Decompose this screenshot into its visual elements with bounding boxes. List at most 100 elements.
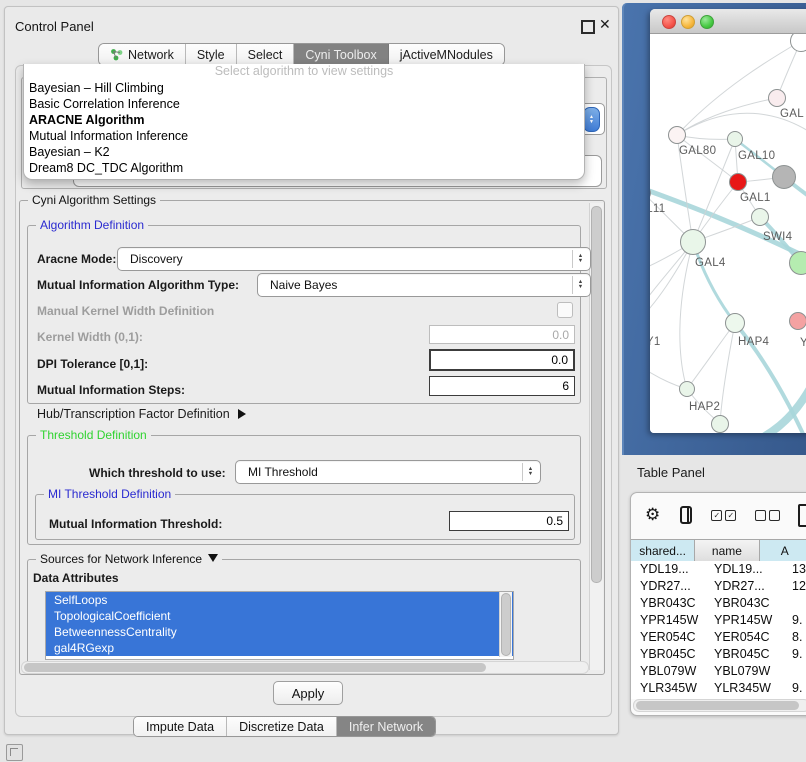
- cell-value: [779, 595, 792, 612]
- data-attributes-label: Data Attributes: [33, 571, 119, 585]
- table-hscrollbar-thumb[interactable]: [636, 701, 799, 710]
- close-window-icon[interactable]: [662, 15, 676, 29]
- mi-algorithm-type-combobox[interactable]: Naive Bayes: [257, 273, 591, 297]
- data-attribute-item[interactable]: TopologicalCoefficient: [46, 608, 513, 624]
- table-row[interactable]: YLR345W YLR345W 9.: [631, 680, 806, 697]
- network-node[interactable]: [772, 165, 796, 189]
- network-window-titlebar[interactable]: [650, 9, 806, 34]
- zoom-window-icon[interactable]: [700, 15, 714, 29]
- tab-infer-network[interactable]: Infer Network: [337, 717, 435, 736]
- cell-value: [779, 663, 792, 680]
- network-node[interactable]: [751, 208, 769, 226]
- tab-cyni-toolbox[interactable]: Cyni Toolbox: [294, 44, 388, 65]
- function-builder-icon[interactable]: [798, 504, 806, 527]
- cell-shared-name: YBR043C: [631, 595, 705, 612]
- which-threshold-combobox[interactable]: MI Threshold: [235, 460, 541, 484]
- kernel-width-field[interactable]: 0.0: [429, 325, 575, 344]
- attributes-scrollbar[interactable]: [499, 592, 512, 657]
- dropdown-item[interactable]: Bayesian – Hill Climbing: [24, 80, 584, 96]
- network-node[interactable]: [668, 126, 686, 144]
- table-row[interactable]: YBL079W YBL079W: [631, 663, 806, 680]
- settings-hscrollbar-thumb[interactable]: [24, 663, 486, 672]
- mi-threshold-field[interactable]: 0.5: [449, 511, 569, 531]
- tab-jactivemnodules[interactable]: jActiveMNodules: [389, 44, 504, 65]
- data-attribute-item[interactable]: gal4RGexp: [46, 640, 513, 656]
- column-header-name[interactable]: name: [695, 540, 759, 561]
- network-node[interactable]: [725, 313, 745, 333]
- dropdown-item[interactable]: Bayesian – K2: [24, 144, 584, 160]
- close-icon[interactable]: ✕: [599, 16, 611, 33]
- which-threshold-value: MI Threshold: [248, 465, 318, 479]
- table-row[interactable]: YDR27... YDR27... 12: [631, 578, 806, 595]
- network-canvas[interactable]: GALGAL80GAL10GAL1GAL11SWI4GAL4GCY1HAP4YH…: [650, 34, 806, 433]
- tab-select[interactable]: Select: [237, 44, 295, 65]
- attributes-scrollbar-thumb[interactable]: [501, 593, 511, 656]
- cell-shared-name: YBR045C: [631, 646, 705, 663]
- table-row[interactable]: YBR045C YBR045C 9.: [631, 646, 806, 663]
- columns-icon[interactable]: [680, 506, 692, 524]
- network-node[interactable]: [711, 415, 729, 433]
- table-row[interactable]: YER054C YER054C 8.: [631, 629, 806, 646]
- data-attribute-item[interactable]: BetweennessCentrality: [46, 624, 513, 640]
- tab-style[interactable]: Style: [186, 44, 237, 65]
- column-header-third[interactable]: A: [760, 540, 806, 561]
- network-node[interactable]: [729, 173, 747, 191]
- manual-kernel-width-checkbox[interactable]: [557, 302, 573, 318]
- threshold-definition-title: Threshold Definition: [36, 428, 151, 442]
- settings-scrollbar-thumb[interactable]: [591, 206, 602, 583]
- dropdown-items: Bayesian – Hill ClimbingBasic Correlatio…: [24, 80, 584, 176]
- apply-button[interactable]: Apply: [273, 681, 343, 705]
- bottom-tabstrip: Impute Data Discretize Data Infer Networ…: [133, 716, 436, 737]
- float-panel-icon[interactable]: [581, 20, 595, 34]
- network-node[interactable]: [727, 131, 743, 147]
- tab-network-label: Network: [128, 48, 174, 62]
- cell-name: YBR045C: [705, 646, 779, 663]
- table-row[interactable]: YDL19... YDL19... 13: [631, 561, 806, 578]
- aracne-mode-value: Discovery: [130, 252, 183, 266]
- network-node[interactable]: [789, 312, 806, 330]
- dropdown-item[interactable]: ARACNE Algorithm: [24, 112, 584, 128]
- network-node-label: HAP2: [689, 401, 720, 413]
- network-node[interactable]: [679, 381, 695, 397]
- network-node[interactable]: [680, 229, 706, 255]
- unselect-all-columns-icon[interactable]: [755, 510, 780, 521]
- mi-threshold-label: Mutual Information Threshold:: [49, 517, 222, 531]
- cell-value: 13: [779, 561, 806, 578]
- cell-value: 9.: [779, 646, 802, 663]
- select-all-columns-icon[interactable]: ✓✓: [711, 510, 736, 521]
- mi-algorithm-type-label: Mutual Information Algorithm Type:: [37, 278, 239, 292]
- settings-hscrollbar[interactable]: [21, 661, 589, 674]
- network-node[interactable]: [789, 251, 806, 275]
- cell-name: YPR145W: [705, 612, 779, 629]
- tab-style-label: Style: [197, 48, 225, 62]
- dpi-tolerance-field[interactable]: 0.0: [429, 349, 575, 371]
- dropdown-item[interactable]: Dream8 DC_TDC Algorithm: [24, 160, 584, 176]
- network-icon: [110, 48, 123, 61]
- dropdown-item[interactable]: Basic Correlation Inference: [24, 96, 584, 112]
- sources-group-title[interactable]: Sources for Network Inference: [36, 552, 222, 566]
- minimize-window-icon[interactable]: [681, 15, 695, 29]
- network-node-label: GAL11: [650, 203, 665, 215]
- mi-steps-field[interactable]: 6: [429, 376, 575, 396]
- aracne-mode-combobox[interactable]: Discovery: [117, 247, 591, 271]
- settings-scrollbar[interactable]: [589, 203, 603, 670]
- panel-title: Control Panel: [15, 19, 94, 34]
- dropdown-item[interactable]: Mutual Information Inference: [24, 128, 584, 144]
- tab-impute-data[interactable]: Impute Data: [134, 717, 227, 736]
- column-header-shared[interactable]: shared...: [631, 540, 695, 561]
- docked-panel-icon[interactable]: [6, 744, 23, 761]
- tab-network[interactable]: Network: [99, 44, 186, 65]
- dpi-tolerance-label: DPI Tolerance [0,1]:: [37, 357, 148, 371]
- tab-impute-label: Impute Data: [146, 720, 214, 734]
- tab-discretize-data[interactable]: Discretize Data: [227, 717, 337, 736]
- cell-name: YBL079W: [705, 663, 779, 680]
- table-hscrollbar[interactable]: [633, 699, 806, 712]
- settings-group-title: Cyni Algorithm Settings: [28, 193, 160, 207]
- tab-infer-label: Infer Network: [349, 720, 423, 734]
- gear-icon[interactable]: ⚙: [645, 505, 660, 525]
- hub-definition-toggle[interactable]: Hub/Transcription Factor Definition: [37, 407, 246, 421]
- data-attribute-item[interactable]: SelfLoops: [46, 592, 513, 608]
- table-row[interactable]: YBR043C YBR043C: [631, 595, 806, 612]
- network-node[interactable]: [768, 89, 786, 107]
- table-row[interactable]: YPR145W YPR145W 9.: [631, 612, 806, 629]
